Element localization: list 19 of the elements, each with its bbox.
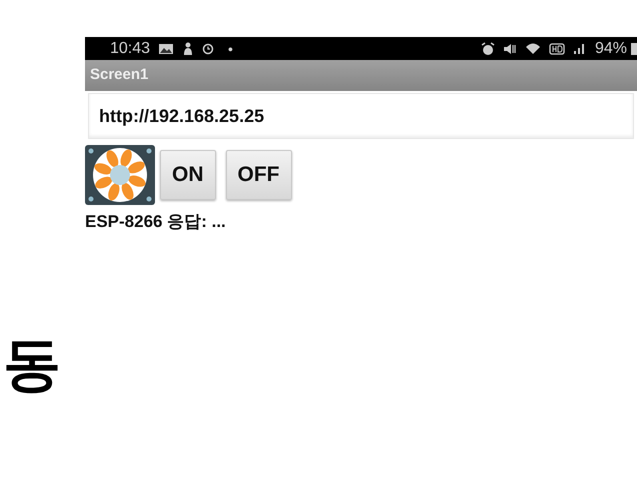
image-icon <box>158 42 174 54</box>
response-label: ESP-8266 응답: ... <box>85 211 227 232</box>
alarm-icon <box>480 42 495 56</box>
notification-dot: • <box>228 42 233 56</box>
signal-icon <box>572 42 587 55</box>
toggle-button[interactable]: ON <box>160 150 216 200</box>
mute-icon <box>502 42 517 56</box>
figure-icon <box>182 42 194 56</box>
screen-title: Screen1 <box>90 65 148 86</box>
clock-icon <box>202 42 214 54</box>
fan-icon <box>85 145 155 205</box>
wifi-icon <box>524 42 541 55</box>
battery-percent: 94% <box>594 40 627 56</box>
hd-icon <box>548 42 565 54</box>
battery-icon <box>631 42 637 56</box>
caption-text: 동 <box>3 336 61 394</box>
toggle-button[interactable]: OFF <box>226 150 292 200</box>
url-field[interactable]: http://192.168.25.25 <box>88 93 634 139</box>
status-time: 10:43 <box>110 40 150 56</box>
